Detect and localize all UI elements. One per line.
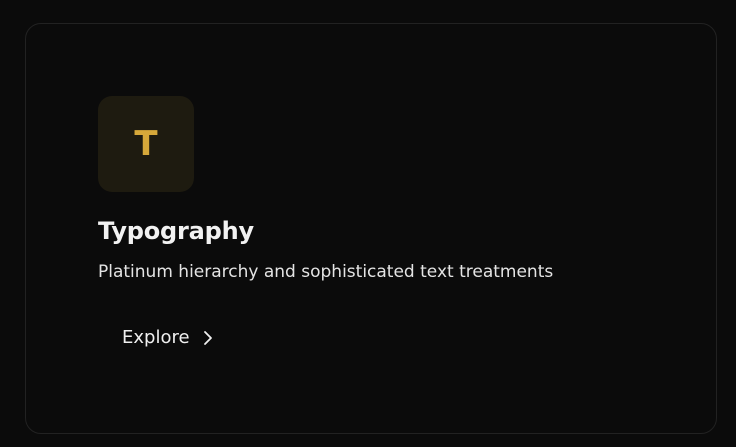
card-title: Typography: [98, 217, 254, 245]
explore-button[interactable]: Explore: [110, 320, 226, 356]
card-subtitle: Platinum hierarchy and sophisticated tex…: [98, 262, 554, 282]
chevron-right-icon: [203, 331, 212, 345]
typography-icon-tile: T: [98, 96, 194, 192]
explore-label: Explore: [122, 327, 190, 348]
letter-t-icon: T: [134, 124, 158, 164]
typography-card: T Typography Platinum hierarchy and soph…: [25, 23, 717, 434]
